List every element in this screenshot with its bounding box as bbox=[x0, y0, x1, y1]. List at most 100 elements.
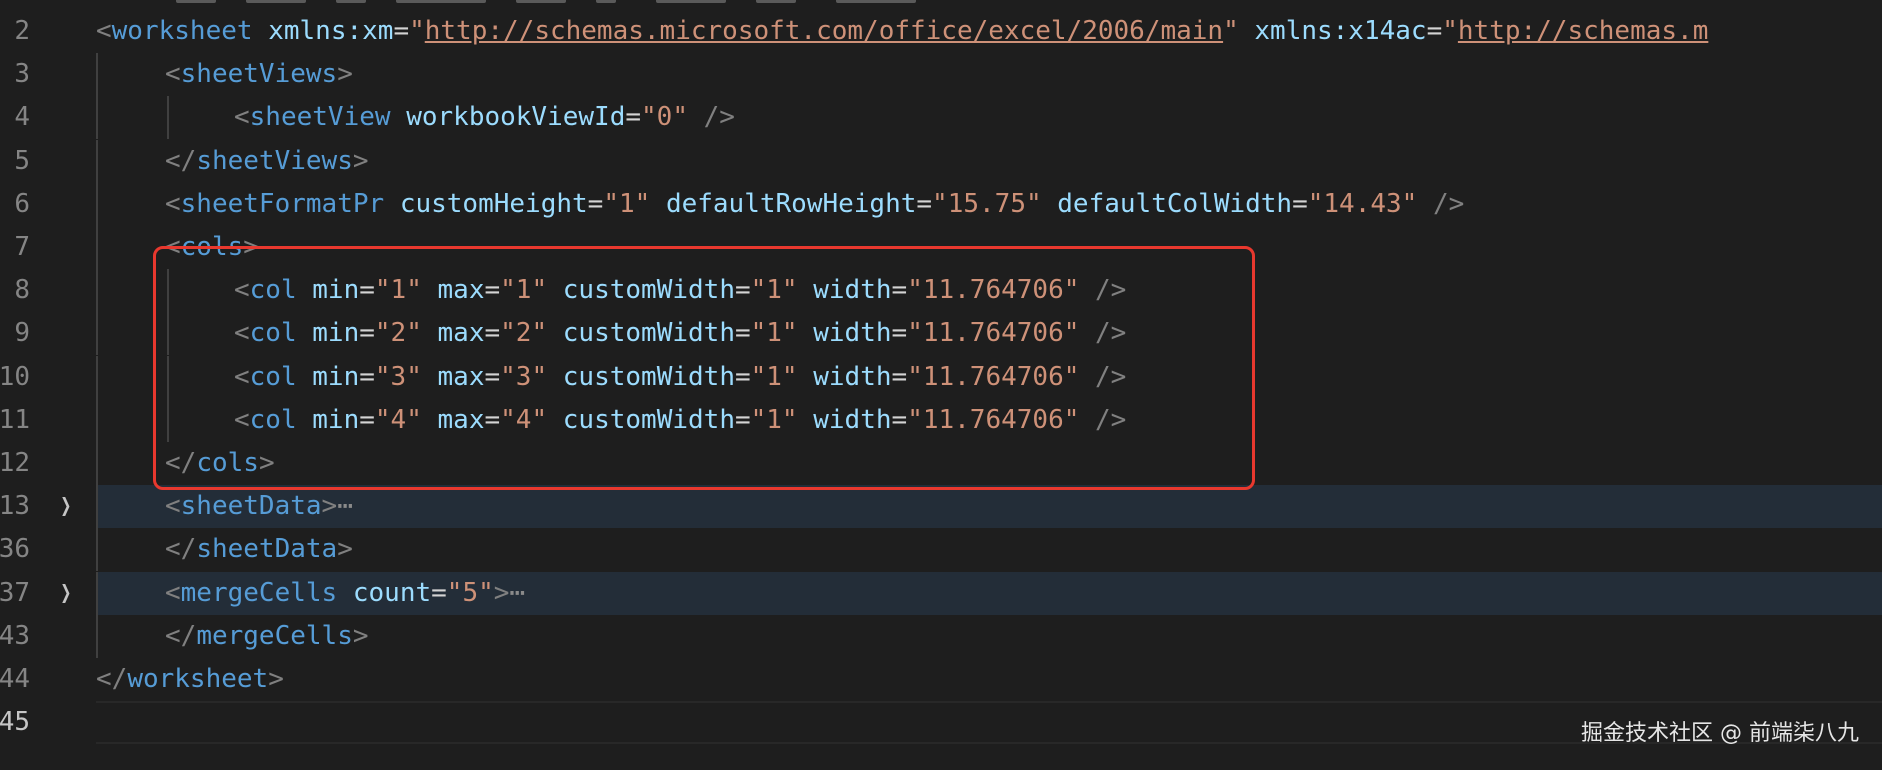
indent-guide bbox=[167, 269, 169, 313]
code-line[interactable]: 10 <col min="3" max="3" customWidth="1" w… bbox=[0, 355, 1882, 399]
xml-attribute-value: " bbox=[409, 16, 425, 46]
xml-attribute-value: "15.75" bbox=[932, 188, 1042, 219]
line-number-text: 5 bbox=[14, 145, 30, 176]
code-editor[interactable]: 2 <worksheet xmlns:xm="http://schemas.mic… bbox=[0, 0, 1882, 770]
code-line[interactable]: 8 <col min="1" max="1" customWidth="1" wi… bbox=[0, 269, 1882, 313]
xml-attribute-value: "14.43" bbox=[1307, 188, 1418, 219]
code-text[interactable]: </mergeCells> bbox=[165, 615, 369, 658]
xml-punctuation bbox=[297, 362, 313, 392]
code-text[interactable]: <sheetFormatPr customHeight="1" defaultR… bbox=[165, 183, 1464, 226]
code-text[interactable]: <col min="3" max="3" customWidth="1" wid… bbox=[234, 356, 1126, 399]
fold-chevron-icon[interactable]: ❯ bbox=[60, 485, 71, 528]
xml-punctuation bbox=[650, 189, 666, 219]
code-line[interactable]: 2 <worksheet xmlns:xm="http://schemas.mic… bbox=[0, 10, 1882, 53]
fold-chevron-icon[interactable]: ❯ bbox=[60, 572, 71, 615]
xml-attribute-value: "1" bbox=[750, 404, 798, 435]
xml-tag-name: sheetView bbox=[249, 102, 391, 133]
code-line[interactable]: 4 <sheetView workbookViewId="0" /> bbox=[0, 96, 1882, 140]
code-text[interactable]: <sheetView workbookViewId="0" /> bbox=[234, 96, 735, 139]
code-text[interactable]: </worksheet> bbox=[96, 658, 284, 701]
xml-punctuation: /> bbox=[1079, 361, 1127, 392]
xml-attribute-value: "5" bbox=[446, 577, 494, 608]
code-text[interactable]: <col min="1" max="1" customWidth="1" wid… bbox=[234, 269, 1126, 312]
xml-punctuation bbox=[547, 275, 563, 305]
xml-punctuation: = bbox=[359, 404, 375, 435]
code-text[interactable]: </sheetData> bbox=[165, 528, 353, 571]
xml-attribute: min bbox=[312, 318, 360, 349]
xml-tag-name: mergeCells bbox=[180, 577, 338, 608]
xml-punctuation: < bbox=[165, 232, 181, 262]
folded-ellipsis[interactable]: ⋯ bbox=[509, 578, 525, 608]
xml-attribute: min bbox=[312, 275, 360, 306]
code-line[interactable]: 44 </worksheet> bbox=[0, 658, 1882, 701]
folded-ellipsis[interactable]: ⋯ bbox=[337, 491, 353, 521]
xml-attribute-value: "0" bbox=[641, 102, 688, 133]
xml-punctuation bbox=[547, 318, 563, 348]
cut-off-glyph bbox=[836, 0, 916, 3]
xml-attribute-value: "3" bbox=[500, 361, 548, 392]
xml-attribute: defaultRowHeight bbox=[665, 188, 917, 219]
cut-off-glyph bbox=[176, 0, 216, 3]
code-line[interactable]: 6 <sheetFormatPr customHeight="1" default… bbox=[0, 182, 1882, 226]
code-text[interactable]: <mergeCells count="5">⋯ bbox=[165, 572, 525, 615]
xml-attribute-value: "1" bbox=[603, 188, 651, 219]
xml-punctuation bbox=[1042, 189, 1058, 219]
code-line[interactable]: 11 <col min="4" max="4" customWidth="1" w… bbox=[0, 398, 1882, 442]
xml-punctuation: < bbox=[165, 188, 181, 219]
code-text[interactable]: <col min="2" max="2" customWidth="1" wid… bbox=[234, 312, 1126, 355]
xml-punctuation: </ bbox=[165, 145, 197, 176]
xml-attribute: min bbox=[312, 404, 360, 435]
code-line[interactable]: 9 <col min="2" max="2" customWidth="1" wi… bbox=[0, 312, 1882, 356]
line-number: 6 bbox=[0, 183, 30, 226]
xml-punctuation: /> bbox=[1417, 188, 1465, 219]
xml-punctuation bbox=[297, 318, 313, 348]
line-number: 13 bbox=[0, 485, 30, 528]
code-text[interactable]: </sheetViews> bbox=[165, 140, 369, 183]
indent-guide bbox=[96, 182, 98, 226]
xml-attribute: max bbox=[437, 318, 485, 349]
xml-punctuation: </ bbox=[96, 664, 128, 694]
xml-punctuation bbox=[297, 405, 313, 435]
code-line[interactable]: 5 </sheetViews> bbox=[0, 139, 1882, 183]
code-text[interactable]: </cols> bbox=[165, 442, 275, 485]
code-line[interactable]: 36 </sheetData> bbox=[0, 528, 1882, 572]
xml-attribute-value: "2" bbox=[374, 318, 422, 349]
xml-attribute-value[interactable]: http://schemas.microsoft.com/office/exce… bbox=[425, 16, 1223, 46]
code-text[interactable]: <col min="4" max="4" customWidth="1" wid… bbox=[234, 399, 1126, 442]
xml-attribute-value: "4" bbox=[500, 404, 548, 435]
code-line[interactable]: 43 </mergeCells> bbox=[0, 614, 1882, 658]
line-number: 43 bbox=[0, 615, 30, 658]
line-number-text: 36 bbox=[0, 534, 30, 565]
code-text[interactable]: <sheetViews> bbox=[165, 53, 353, 96]
line-number: 45 bbox=[0, 701, 30, 744]
code-line[interactable]: 7 <cols> bbox=[0, 226, 1882, 269]
xml-punctuation: = bbox=[891, 318, 908, 349]
xml-tag-name: sheetData bbox=[180, 491, 322, 522]
xml-punctuation: < bbox=[234, 102, 250, 133]
xml-punctuation: < bbox=[165, 491, 181, 522]
xml-attribute-value: "1" bbox=[750, 361, 798, 392]
code-text[interactable]: <worksheet xmlns:xm="http://schemas.micr… bbox=[96, 10, 1708, 53]
code-line[interactable]: 13 ❯ <sheetData>⋯ bbox=[0, 485, 1882, 529]
line-number-text: 2 bbox=[14, 16, 30, 46]
xml-punctuation: < bbox=[165, 59, 181, 90]
line-number: 7 bbox=[0, 226, 30, 269]
code-line[interactable]: 12 </cols> bbox=[0, 442, 1882, 485]
xml-tag-name: col bbox=[249, 318, 297, 349]
code-line[interactable]: 3 <sheetViews> bbox=[0, 53, 1882, 97]
code-text[interactable]: <sheetData>⋯ bbox=[165, 485, 353, 528]
line-number: 4 bbox=[0, 96, 30, 139]
cut-off-glyph bbox=[516, 0, 566, 3]
xml-punctuation: = bbox=[393, 16, 410, 46]
xml-punctuation: = bbox=[359, 275, 375, 306]
code-text[interactable]: <cols> bbox=[165, 226, 259, 269]
xml-punctuation: < bbox=[96, 16, 112, 46]
indent-guide bbox=[96, 53, 98, 97]
xml-punctuation: = bbox=[734, 275, 751, 306]
watermark: 掘金技术社区 @ 前端柒八九 bbox=[1581, 721, 1859, 746]
xml-tag-name: sheetViews bbox=[180, 59, 338, 90]
code-line[interactable]: 37 ❯ <mergeCells count="5">⋯ bbox=[0, 571, 1882, 615]
line-number-text: 13 bbox=[0, 491, 30, 522]
xml-attribute: customWidth bbox=[562, 275, 735, 306]
xml-attribute-value[interactable]: http://schemas.m bbox=[1458, 16, 1708, 46]
